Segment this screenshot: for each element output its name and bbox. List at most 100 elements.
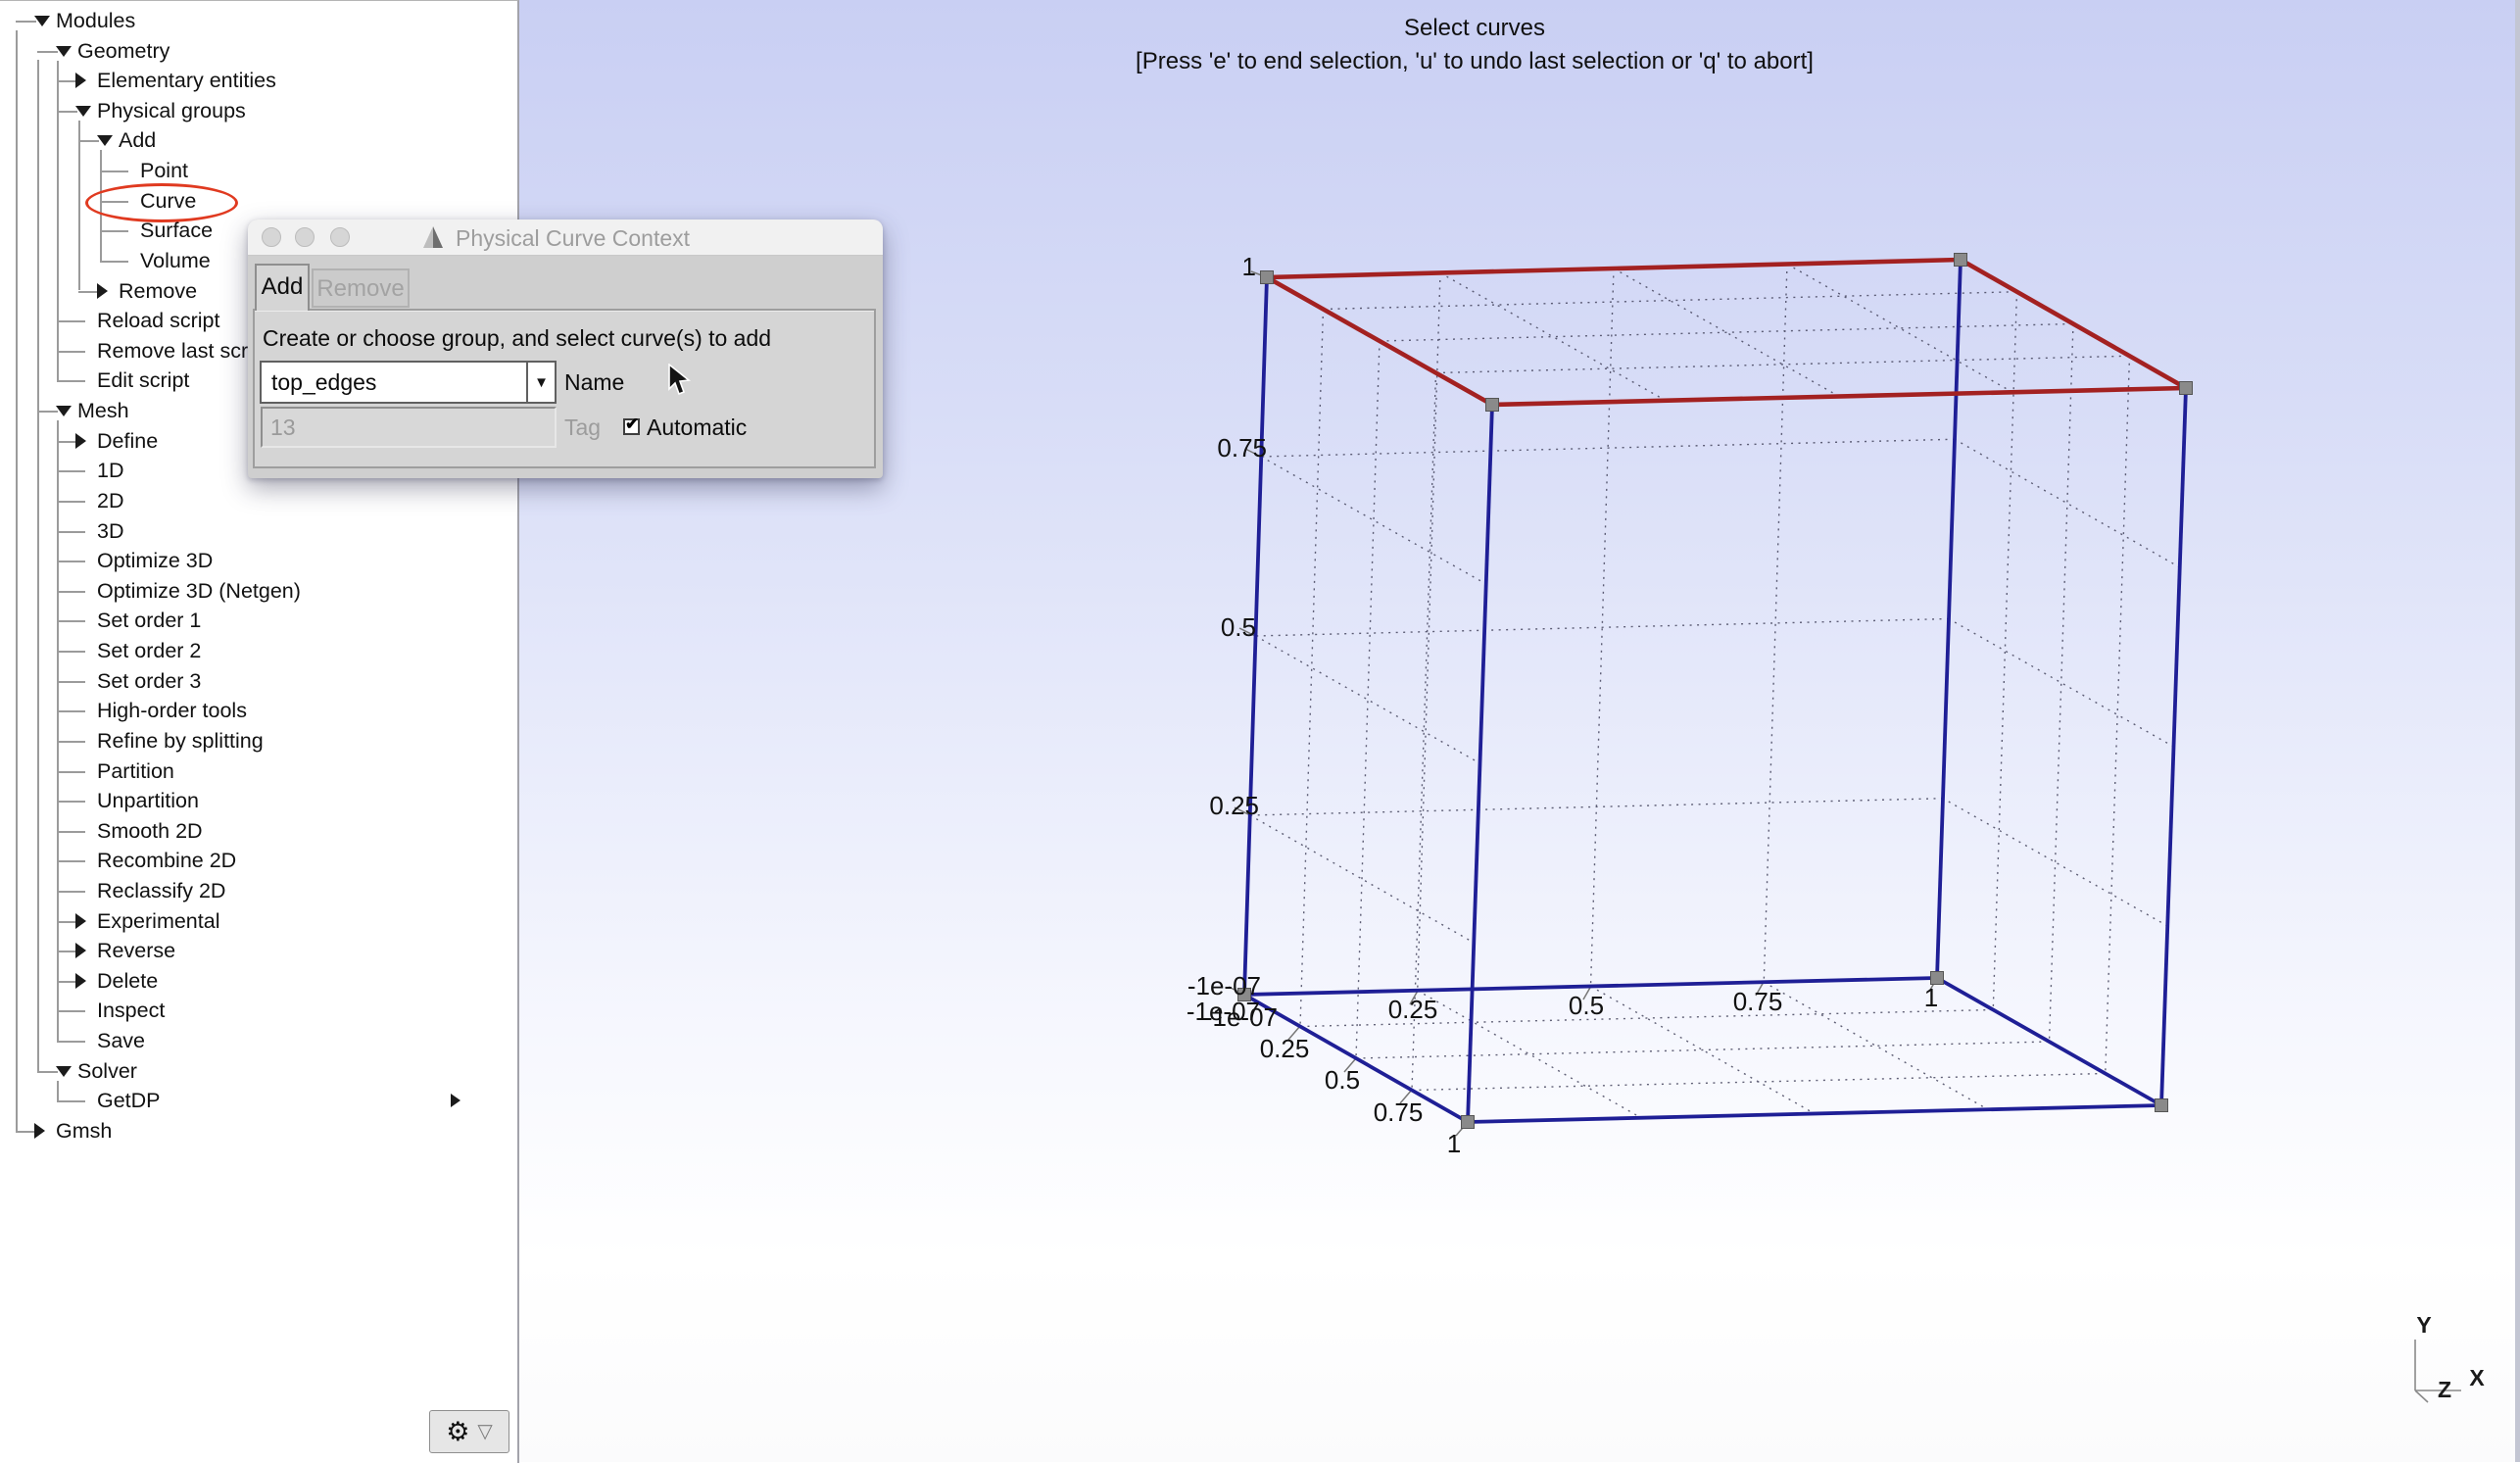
caret-right-icon[interactable] [75,973,86,989]
tree-item-solver[interactable]: Solver [0,1056,517,1086]
axis-tick-label: 0.5 [1569,991,1604,1020]
tree-connector [57,710,85,712]
caret-right-icon[interactable] [34,1123,45,1139]
caret-down-icon[interactable] [56,1066,72,1077]
tree-item-label: Surface [140,216,213,245]
tree-item-modules[interactable]: Modules [0,6,517,35]
caret-down-icon[interactable] [75,106,91,117]
tree-connector [57,1010,85,1012]
tag-input[interactable]: 13 [261,407,557,448]
selected-curve-edge-DA[interactable] [1267,277,1492,405]
tree-item-add[interactable]: Add [0,125,517,155]
tree-item-getdp[interactable]: GetDP [0,1086,517,1115]
vertex-markers [1238,254,2193,1129]
curve-edge-DF[interactable] [1468,405,1492,1122]
tree-item-experimental[interactable]: Experimental [0,906,517,936]
cube-edges [1244,260,2186,1122]
tab-remove[interactable]: Remove [312,268,410,308]
tree-item-unpartition[interactable]: Unpartition [0,786,517,815]
tree-connector [100,171,128,172]
caret-down-icon[interactable] [56,406,72,416]
vertex-marker-D [1486,399,1499,412]
tree-connector [37,411,58,413]
grid-line [1412,1074,2106,1091]
tree-item-label: Set order 1 [97,606,201,635]
tree-connector [57,921,77,923]
tree-item-partition[interactable]: Partition [0,756,517,786]
selected-curve-edge-BC[interactable] [1961,260,2186,388]
tree-item-2d[interactable]: 2D [0,486,517,515]
selected-curve-edge-CD[interactable] [1492,388,2186,405]
axis-tick-label: 0.25 [1209,791,1259,820]
group-name-combobox[interactable]: top_edges ▼ [260,361,557,404]
triad-label-X: X [2469,1365,2485,1390]
tree-item-set-order-2[interactable]: Set order 2 [0,636,517,665]
tree-item-label: Geometry [77,36,170,66]
tree-item-label: Set order 3 [97,666,201,696]
tree-item-label: Add [119,125,156,155]
gl-message-line2: [Press 'e' to end selection, 'u' to undo… [1136,45,1814,78]
tree-item-elementary-entities[interactable]: Elementary entities [0,66,517,95]
caret-right-icon[interactable] [97,283,108,299]
selected-curve-edge-AB[interactable] [1267,260,1961,277]
curve-edge-FH[interactable] [1468,1105,2161,1122]
tree-item-physical-groups[interactable]: Physical groups [0,96,517,125]
triad-axis-line [2415,1390,2428,1402]
tree-item-point[interactable]: Point [0,156,517,185]
close-button[interactable] [262,227,281,247]
tree-item-high-order-tools[interactable]: High-order tools [0,696,517,725]
tree-item-set-order-3[interactable]: Set order 3 [0,666,517,696]
tree-item-label: Modules [56,6,135,35]
caret-right-icon[interactable] [75,433,86,449]
tree-item-geometry[interactable]: Geometry [0,36,517,66]
caret-right-icon[interactable] [75,913,86,929]
chevron-down-icon: ▼ [534,374,549,391]
caret-right-icon[interactable] [75,73,86,88]
grid-line [2106,356,2130,1073]
tree-item-label: Inspect [97,996,165,1025]
origin-axis-ticks: -1e-07-1e-07 [1187,997,1278,1032]
zoom-button[interactable] [330,227,350,247]
minimize-button[interactable] [295,227,315,247]
grid-line [1764,265,1787,983]
tree-item-inspect[interactable]: Inspect [0,996,517,1025]
tree-item-optimize-3d[interactable]: Optimize 3D [0,546,517,575]
caret-down-icon[interactable] [34,16,50,26]
curve-edge-GH[interactable] [1937,978,2161,1105]
caret-down-icon[interactable] [56,46,72,57]
tree-connector [57,771,85,773]
axis-tick-label: 0.75 [1374,1097,1424,1127]
tree-item-label: Optimize 3D [97,546,213,575]
axis-tick-label: 0.5 [1325,1065,1360,1095]
tree-item-recombine-2d[interactable]: Recombine 2D [0,846,517,875]
tree-item-3d[interactable]: 3D [0,516,517,546]
tree-item-reclassify-2d[interactable]: Reclassify 2D [0,876,517,905]
combo-dropdown-button[interactable]: ▼ [526,363,555,402]
dialog-titlebar[interactable]: Physical Curve Context [248,219,883,256]
gear-icon: ⚙ [446,1419,469,1445]
curve-edge-CH[interactable] [2161,388,2186,1105]
tree-connector [57,801,85,803]
tree-item-set-order-1[interactable]: Set order 1 [0,606,517,635]
grid-line [1418,991,1641,1118]
caret-right-icon[interactable] [75,943,86,958]
tree-item-optimize-3d-netgen-[interactable]: Optimize 3D (Netgen) [0,576,517,606]
vertex-marker-F [1462,1116,1475,1129]
tree-connector [57,441,77,443]
grid-line [1412,373,1436,1091]
tree-item-gmsh[interactable]: Gmsh [0,1116,517,1146]
caret-down-icon[interactable] [97,135,113,146]
grid-line [1436,356,2130,372]
tree-item-label: Remove [119,276,197,306]
tree-item-curve[interactable]: Curve [0,186,517,216]
tree-item-reverse[interactable]: Reverse [0,936,517,965]
automatic-checkbox[interactable]: ✔ [623,418,640,435]
tab-add[interactable]: Add [255,264,310,311]
tree-item-smooth-2d[interactable]: Smooth 2D [0,816,517,846]
tree-item-delete[interactable]: Delete [0,966,517,996]
tree-item-save[interactable]: Save [0,1026,517,1055]
vertex-marker-H [2156,1099,2168,1112]
tree-options-button[interactable]: ⚙ ▽ [429,1410,509,1453]
tree-item-refine-by-splitting[interactable]: Refine by splitting [0,726,517,756]
tree-connector [57,80,77,82]
